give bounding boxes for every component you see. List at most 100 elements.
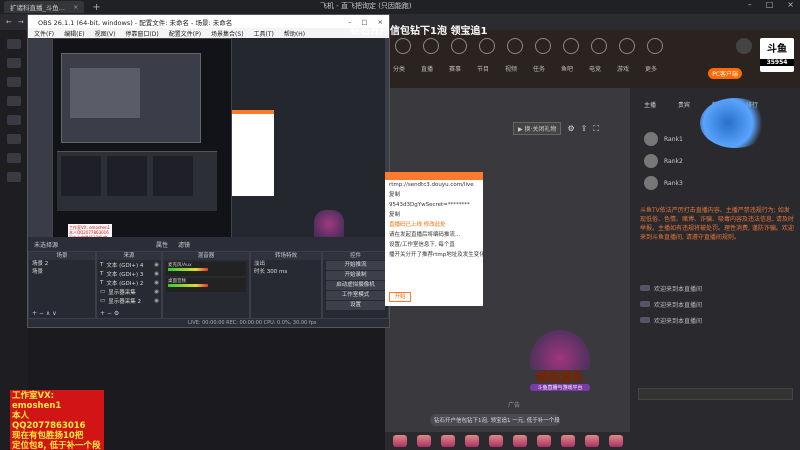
gear-icon[interactable]: ⚙ [114,310,119,317]
remove-icon[interactable]: − [39,310,44,317]
eye-icon[interactable]: ◉ [154,280,161,286]
menu-docks[interactable]: 停靠窗口(D) [125,29,158,38]
pc-client-button[interactable]: PC客户端 [708,68,742,79]
tab-vip[interactable]: 贵宾 [678,100,690,109]
menu-tools[interactable]: 工具(T) [254,29,274,38]
close-icon[interactable]: × [73,3,78,11]
start-streaming-button[interactable]: 开始推流 [326,261,385,270]
nav-item[interactable]: 视频 [505,64,517,73]
back-icon[interactable]: ← [6,18,12,26]
list-item[interactable]: Rank2 [630,150,800,172]
nav-item[interactable]: 更多 [645,64,657,73]
list-item[interactable]: Rank3 [630,172,800,194]
source-item[interactable]: T 文本 (GDI+) 2 ◉ [97,278,161,287]
add-icon[interactable]: + [32,310,37,317]
minimize-icon[interactable]: – [748,0,752,9]
nav-item[interactable]: 节目 [477,64,489,73]
menu-view[interactable]: 视图(V) [95,29,116,38]
transition-duration[interactable]: 时长 300 ms [251,268,321,276]
gift-icon[interactable] [393,435,407,447]
transition-select[interactable]: 淡出 [251,260,321,268]
gift-icon[interactable] [465,435,479,447]
maximize-icon[interactable]: □ [766,0,774,9]
menu-scene-collection[interactable]: 场景集合(S) [211,29,244,38]
menu-profile[interactable]: 配置文件(P) [169,29,201,38]
gift-icon[interactable] [417,435,431,447]
forward-icon[interactable]: → [18,18,24,26]
nav-item[interactable]: 游戏 [617,64,629,73]
nav-icon[interactable] [535,38,551,54]
avatar[interactable] [736,38,752,54]
eye-icon[interactable]: ◉ [154,271,161,277]
scene-item[interactable]: 场景 [29,268,95,276]
gift-icon[interactable] [513,435,527,447]
eye-icon[interactable]: ◉ [154,262,161,268]
hide-gift-button[interactable]: ▶ 换·关闭礼物 [513,122,562,135]
fullscreen-icon[interactable]: ⛶ [593,124,599,134]
virtual-camera-button[interactable]: 启动虚拟摄像机 [326,281,385,290]
nav-icon[interactable] [479,38,495,54]
nav-item[interactable]: 鱼吧 [561,64,573,73]
source-item[interactable]: ▭ 显示器采集 2 ◉ [97,296,161,305]
gift-icon[interactable] [441,435,455,447]
menu-file[interactable]: 文件(F) [34,29,54,38]
source-item[interactable]: T 文本 (GDI+) 4 ◉ [97,260,161,269]
copy-key-button[interactable]: 复制 [385,210,483,220]
up-icon[interactable]: ∧ [46,310,50,317]
sidebar-icon[interactable] [7,172,21,182]
settings-icon[interactable]: ⚙ [567,124,574,133]
sidebar-icon[interactable] [7,39,21,49]
nav-icon[interactable] [563,38,579,54]
nav-icon[interactable] [647,38,663,54]
start-recording-button[interactable]: 开始录制 [326,271,385,280]
eye-icon[interactable]: ◉ [154,289,161,295]
gift-icon[interactable] [537,435,551,447]
source-item[interactable]: T 文本 (GDI+) 3 ◉ [97,269,161,278]
source-item[interactable]: ▭ 显示器采集 ◉ [97,287,161,296]
nav-item[interactable]: 直播 [421,64,433,73]
sidebar-icon[interactable] [7,115,21,125]
gift-icon[interactable] [609,435,623,447]
menu-edit[interactable]: 编辑(E) [64,29,84,38]
gift-icon[interactable] [561,435,575,447]
status-link[interactable]: 直播码已上线 修改此处 [385,220,483,230]
new-tab-icon[interactable]: + [92,2,100,13]
properties-button[interactable]: 属性 [156,240,168,249]
filters-button[interactable]: 滤镜 [178,240,190,249]
scene-item[interactable]: 场景 2 [29,260,95,268]
nav-icon[interactable] [395,38,411,54]
eye-icon[interactable]: ◉ [154,298,161,304]
tab-anchor[interactable]: 主播 [644,100,656,109]
sidebar-icon[interactable] [7,77,21,87]
add-icon[interactable]: + [100,310,105,317]
sidebar-icon[interactable] [7,96,21,106]
down-icon[interactable]: ∨ [52,310,56,317]
browser-tab[interactable]: 扩诸科直播_斗鱼... × [4,1,85,13]
share-icon[interactable]: ⇪ [581,124,588,133]
nav-icon[interactable] [619,38,635,54]
remove-icon[interactable]: − [107,310,112,317]
sidebar-icon[interactable] [7,153,21,163]
settings-button[interactable]: 设置 [326,301,385,310]
nav-icon[interactable] [591,38,607,54]
start-button[interactable]: 开始 [389,292,411,302]
obs-preview[interactable]: 工作室VX: emoshen1 本人QQ2077863016 现在有包胜扬10把… [28,38,389,256]
nav-item[interactable]: 任务 [533,64,545,73]
close-window-icon[interactable]: × [787,0,794,9]
chat-input[interactable] [638,388,793,400]
mixer-channel[interactable]: 麦克风/Aux [166,262,246,276]
menu-help[interactable]: 帮助(H) [284,29,305,38]
nav-icon[interactable] [507,38,523,54]
nav-icon[interactable] [451,38,467,54]
nav-item[interactable]: 分类 [393,64,405,73]
sidebar-icon[interactable] [7,58,21,68]
sidebar-icon[interactable] [7,134,21,144]
nav-item[interactable]: 赛事 [449,64,461,73]
copy-server-button[interactable]: 复制 [385,190,483,200]
nav-item[interactable]: 电竞 [589,64,601,73]
promo-logo[interactable]: 试玩送礼 斗鱼直播与游戏平台 [520,330,600,400]
nav-icon[interactable] [423,38,439,54]
mixer-channel[interactable]: 桌面音频 [166,278,246,292]
site-logo[interactable]: 斗鱼 35954 [760,38,794,72]
gift-icon[interactable] [585,435,599,447]
